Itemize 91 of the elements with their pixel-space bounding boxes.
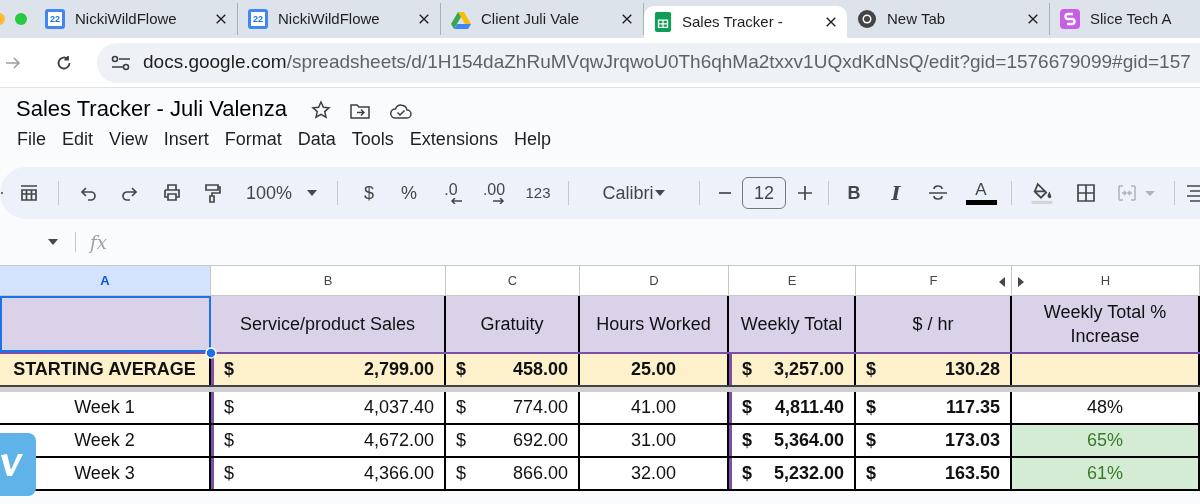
italic-button[interactable]: I xyxy=(875,177,917,209)
cloud-check-icon[interactable] xyxy=(389,102,414,120)
close-icon[interactable] xyxy=(825,16,837,28)
menu-item[interactable]: Insert xyxy=(156,125,216,153)
selected-cell[interactable] xyxy=(0,296,211,352)
left-arrow-icon[interactable] xyxy=(449,198,463,204)
table-icon[interactable] xyxy=(19,183,39,203)
number-format-button[interactable]: 123 xyxy=(516,177,560,209)
calendar-icon: 22 xyxy=(248,9,268,29)
zoom-dropdown[interactable]: 100% xyxy=(233,177,325,209)
browser-tab[interactable]: Sales Tracker - xyxy=(644,6,847,38)
table-cell: $ 5,232.00 xyxy=(729,458,856,489)
url-text: docs.google.com/spreadsheets/d/1H154daZhRuMVqwJrqwoU0Th6qhMa2txxv1UQxdKdNsQ/edit?gid=1576679099#gid=157 xyxy=(143,50,1191,75)
menu-item[interactable]: Data xyxy=(290,125,343,153)
fill-color-icon[interactable] xyxy=(1031,182,1053,204)
calendar-icon: 22 xyxy=(45,9,65,29)
function-label: fx xyxy=(90,230,107,255)
header-cell: Hours Worked xyxy=(580,296,729,352)
browser-tab[interactable]: New Tab xyxy=(847,3,1050,35)
table-cell: $ 130.28 xyxy=(856,354,1012,385)
table-cell: 61% xyxy=(1012,458,1200,489)
borders-icon[interactable] xyxy=(1076,183,1096,203)
menu-item[interactable]: View xyxy=(102,125,155,153)
table-cell: 65% xyxy=(1012,425,1200,456)
left-triangle-icon[interactable] xyxy=(999,277,1005,287)
header-cell: Weekly Total % Increase xyxy=(1012,296,1200,352)
close-icon[interactable] xyxy=(418,13,430,25)
table-cell: $ 774.00 xyxy=(446,392,580,423)
row-label-cell: Week 1 xyxy=(0,392,211,423)
triangle-logo-icon[interactable] xyxy=(451,9,471,29)
merge-cells-icon[interactable] xyxy=(1117,183,1157,203)
s-logo-icon[interactable] xyxy=(1060,9,1080,29)
table-cell: 41.00 xyxy=(580,392,729,423)
header-cell: Service/product Sales xyxy=(211,296,446,352)
table-cell: $ 458.00 xyxy=(446,354,580,385)
column-header[interactable]: A xyxy=(0,266,211,295)
browser-tab[interactable]: Client Juli Vale xyxy=(441,3,644,35)
browser-logo-icon[interactable] xyxy=(857,9,877,29)
close-icon[interactable] xyxy=(215,13,227,25)
align-center-icon[interactable] xyxy=(1186,183,1200,203)
menu-item[interactable]: Format xyxy=(217,125,289,153)
close-icon[interactable] xyxy=(1027,13,1039,25)
document-title[interactable]: Sales Tracker - Juli Valenza xyxy=(16,98,288,120)
bold-button[interactable]: B xyxy=(833,177,875,209)
forward-icon[interactable] xyxy=(5,54,21,71)
star-icon[interactable] xyxy=(311,100,332,120)
table-cell: 31.00 xyxy=(580,425,729,456)
header-cell: $ / hr xyxy=(856,296,1012,352)
percent-format-button[interactable]: % xyxy=(388,177,430,209)
table-cell: $ 4,366.00 xyxy=(211,458,446,489)
menu-item[interactable]: Edit xyxy=(55,125,101,153)
table-cell: 48% xyxy=(1012,392,1200,423)
header-cell: Weekly Total xyxy=(729,296,856,352)
paint-roller-icon[interactable] xyxy=(203,183,223,203)
table-cell: $ 866.00 xyxy=(446,458,580,489)
table-cell: 32.00 xyxy=(580,458,729,489)
menu-item[interactable]: Help xyxy=(506,125,558,153)
address-bar[interactable]: docs.google.com/spreadsheets/d/1H154daZhRuMVqwJrqwoU0Th6qhMa2txxv1UQxdKdNsQ/edit?gid=1576679099#gid=157 xyxy=(97,42,1200,83)
spreadsheet-icon[interactable] xyxy=(654,11,672,33)
table-cell: 25.00 xyxy=(580,354,729,385)
menu-item[interactable]: File xyxy=(10,125,53,153)
decrease-decimal-button[interactable]: .0 xyxy=(430,177,472,209)
menu-item[interactable]: Extensions xyxy=(402,125,505,153)
right-arrow-icon[interactable] xyxy=(491,198,505,204)
increase-decimal-button[interactable]: .00 xyxy=(472,177,516,209)
browser-tab[interactable]: 22 NickiWildFlowe xyxy=(35,3,238,35)
caret-icon[interactable] xyxy=(306,189,318,197)
print-icon[interactable] xyxy=(162,183,182,203)
header-cell: Gratuity xyxy=(446,296,580,352)
plus-icon[interactable] xyxy=(797,185,813,201)
caret-icon[interactable] xyxy=(653,189,666,197)
right-triangle-icon[interactable] xyxy=(1018,277,1024,287)
menu-item[interactable]: Tools xyxy=(344,125,401,153)
redo-icon[interactable] xyxy=(121,184,139,202)
font-dropdown[interactable]: Calibri xyxy=(577,177,691,209)
reload-icon[interactable] xyxy=(55,53,73,72)
browser-tab[interactable]: 22 NickiWildFlowe xyxy=(238,3,441,35)
table-cell: $ 692.00 xyxy=(446,425,580,456)
folder-icon[interactable] xyxy=(349,102,372,120)
text-color-button[interactable]: A xyxy=(959,177,1003,209)
undo-icon[interactable] xyxy=(79,184,97,202)
font-size-field[interactable]: 12 xyxy=(742,177,786,209)
browser-tab[interactable]: Slice Tech A xyxy=(1050,3,1200,35)
caret-icon[interactable] xyxy=(47,238,59,246)
strikethrough-icon[interactable] xyxy=(928,184,948,202)
currency-format-button[interactable]: $ xyxy=(350,177,388,209)
close-icon[interactable] xyxy=(621,13,633,25)
table-cell: $ 117.35 xyxy=(856,392,1012,423)
row-label-cell: STARTING AVERAGE xyxy=(0,354,211,385)
site-settings-icon[interactable] xyxy=(111,54,131,71)
fill-handle[interactable] xyxy=(205,347,217,359)
